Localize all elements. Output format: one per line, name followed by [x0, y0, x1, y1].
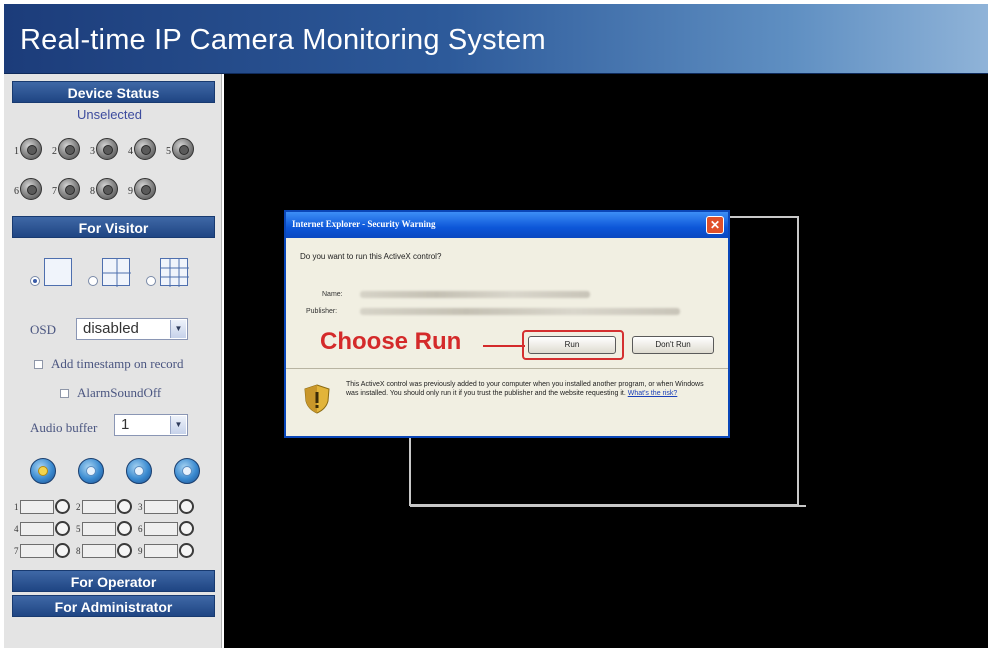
- layout-nine-radio[interactable]: [146, 276, 156, 286]
- audio-buffer-label: Audio buffer: [30, 420, 98, 435]
- single-view-icon: [44, 258, 72, 286]
- security-warning-dialog: Internet Explorer - Security Warning ✕ D…: [284, 210, 730, 438]
- play-button[interactable]: [30, 458, 56, 484]
- record-toggle-icon[interactable]: [117, 499, 132, 514]
- camera-icon: [96, 178, 118, 200]
- recorder-slot: [82, 544, 116, 558]
- record-toggle-icon[interactable]: [117, 543, 132, 558]
- record-toggle-icon[interactable]: [55, 521, 70, 536]
- dialog-warning-text: This ActiveX control was previously adde…: [346, 381, 704, 397]
- snapshot-icon: [134, 466, 144, 476]
- camera-icon: [96, 138, 118, 160]
- dont-run-button[interactable]: Don't Run: [632, 336, 714, 354]
- record-toggle-icon[interactable]: [55, 499, 70, 514]
- alarm-sound-label: AlarmSoundOff: [77, 385, 162, 400]
- alarm-sound-checkbox[interactable]: [60, 389, 69, 398]
- quad-view-icon: [102, 258, 131, 287]
- play-icon: [38, 466, 48, 476]
- recorder-slot: [144, 500, 178, 514]
- record-toggle-icon[interactable]: [179, 521, 194, 536]
- record-toggle-icon[interactable]: [179, 499, 194, 514]
- shield-warning-icon: [304, 384, 330, 414]
- video-frame-edge: [410, 505, 806, 507]
- camera-icon: [134, 178, 156, 200]
- record-toggle-icon[interactable]: [179, 543, 194, 558]
- camera-icon: [134, 138, 156, 160]
- audio-buffer-select[interactable]: 1 ▼: [114, 414, 188, 436]
- record-icon: [86, 466, 96, 476]
- timestamp-checkbox[interactable]: [34, 360, 43, 369]
- device-status-text: Unselected: [76, 107, 143, 122]
- recorder-slot: [82, 500, 116, 514]
- recorder-slot: [20, 544, 54, 558]
- osd-select[interactable]: disabled ▼: [76, 318, 188, 340]
- app-title: Real-time IP Camera Monitoring System: [20, 24, 546, 56]
- whats-the-risk-link[interactable]: What's the risk?: [628, 390, 678, 397]
- stop-button[interactable]: [174, 458, 200, 484]
- recorder-slot: [144, 544, 178, 558]
- annotation-pointer-line: [483, 345, 525, 347]
- camera-icon: [58, 138, 80, 160]
- name-field-label: Name:: [322, 291, 343, 298]
- chevron-down-icon: ▼: [170, 320, 186, 338]
- recorder-slot: [20, 500, 54, 514]
- chevron-down-icon: ▼: [170, 416, 186, 434]
- snapshot-button[interactable]: [126, 458, 152, 484]
- record-toggle-icon[interactable]: [117, 521, 132, 536]
- record-button[interactable]: [78, 458, 104, 484]
- record-toggle-icon[interactable]: [55, 543, 70, 558]
- publisher-value-blurred: [360, 308, 680, 315]
- nine-view-icon: [160, 258, 189, 287]
- layout-quad-radio[interactable]: [88, 276, 98, 286]
- osd-label: OSD: [30, 322, 57, 337]
- camera-icon: [58, 178, 80, 200]
- camera-icon: [172, 138, 194, 160]
- layout-single-radio[interactable]: [30, 276, 40, 286]
- recorder-slot: [20, 522, 54, 536]
- dialog-question: Do you want to run this ActiveX control?: [300, 252, 442, 261]
- device-status-heading: Device Status: [12, 81, 215, 103]
- recorder-slot: [144, 522, 178, 536]
- for-administrator-heading[interactable]: For Administrator: [12, 595, 215, 617]
- choose-run-annotation: Choose Run: [320, 328, 462, 355]
- for-visitor-heading: For Visitor: [12, 216, 215, 238]
- for-operator-heading[interactable]: For Operator: [12, 570, 215, 592]
- close-icon[interactable]: ✕: [706, 216, 724, 234]
- dialog-title: Internet Explorer - Security Warning: [292, 219, 436, 229]
- camera-icon: [20, 138, 42, 160]
- timestamp-label: Add timestamp on record: [51, 356, 184, 371]
- dialog-divider: [286, 368, 728, 369]
- name-value-blurred: [360, 291, 590, 298]
- run-button[interactable]: Run: [528, 336, 616, 354]
- osd-value: disabled: [83, 320, 139, 337]
- dialog-titlebar[interactable]: Internet Explorer - Security Warning ✕: [286, 212, 728, 238]
- stop-icon: [182, 466, 192, 476]
- app-header: Real-time IP Camera Monitoring System: [4, 4, 988, 74]
- audio-buffer-value: 1: [121, 416, 130, 433]
- recorder-slot: [82, 522, 116, 536]
- camera-icon: [20, 178, 42, 200]
- publisher-field-label: Publisher:: [306, 308, 338, 315]
